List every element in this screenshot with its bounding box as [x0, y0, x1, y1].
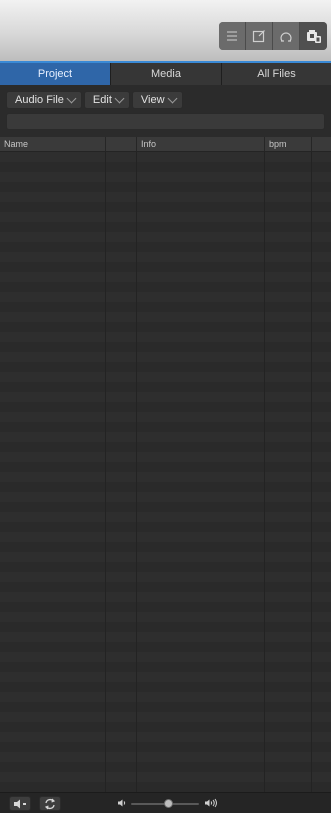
browser-menu-bar: Audio File Edit View	[6, 91, 183, 109]
note-icon	[252, 30, 265, 43]
audio-file-menu-label: Audio File	[15, 94, 64, 106]
column-divider	[136, 152, 137, 792]
list-editor-button[interactable]	[219, 22, 246, 50]
file-list[interactable]	[0, 152, 331, 792]
column-header-name[interactable]: Name	[0, 137, 106, 151]
view-menu[interactable]: View	[131, 91, 183, 109]
tab-all-files[interactable]: All Files	[222, 63, 331, 85]
edit-menu-label: Edit	[92, 94, 112, 106]
column-divider	[105, 152, 106, 792]
volume-high-icon	[205, 798, 217, 808]
cycle-preview-button[interactable]	[39, 796, 61, 811]
volume-low-icon	[118, 799, 126, 807]
column-divider	[311, 152, 312, 792]
tab-media[interactable]: Media	[111, 63, 222, 85]
column-divider	[264, 152, 265, 792]
column-header-info[interactable]: Info	[137, 137, 265, 151]
preview-volume-slider[interactable]	[163, 799, 173, 808]
view-toolbar	[219, 22, 327, 50]
chevron-down-icon	[66, 93, 77, 103]
loop-icon	[44, 798, 56, 809]
browser-tab-bar: Project Media All Files	[0, 61, 331, 85]
edit-menu[interactable]: Edit	[83, 91, 130, 109]
list-icon	[227, 31, 237, 41]
browser-footer	[0, 792, 331, 813]
column-header-blank[interactable]	[106, 137, 137, 151]
tab-project[interactable]: Project	[0, 63, 111, 85]
chevron-down-icon	[114, 93, 125, 103]
chevron-down-icon	[167, 93, 177, 103]
table-header: Name Info bpm	[0, 137, 331, 152]
browser-button[interactable]	[300, 22, 327, 50]
column-header-bpm[interactable]: bpm	[265, 137, 312, 151]
loops-icon	[280, 32, 292, 42]
preview-output-button[interactable]	[9, 796, 31, 811]
search-input[interactable]	[6, 113, 325, 130]
audio-browser-panel: Project Media All Files Audio File Edit …	[0, 0, 331, 813]
loops-button[interactable]	[273, 22, 300, 50]
speaker-out-icon	[14, 799, 26, 808]
browser-icon	[306, 29, 321, 43]
view-menu-label: View	[140, 94, 165, 106]
note-pad-button[interactable]	[246, 22, 273, 50]
audio-file-menu[interactable]: Audio File	[6, 91, 82, 109]
window-chrome	[0, 0, 331, 61]
